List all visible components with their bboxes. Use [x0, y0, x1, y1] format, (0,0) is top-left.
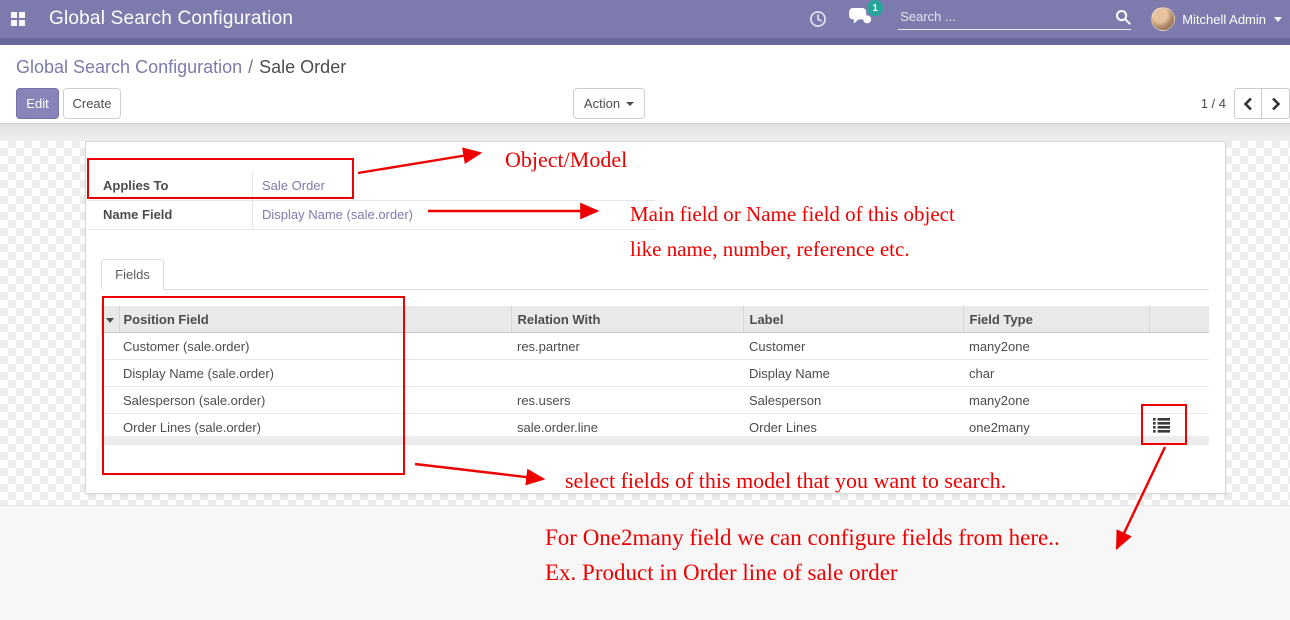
pager-count: 1 / 4 — [1201, 88, 1226, 119]
pager — [1234, 88, 1290, 119]
action-dropdown-button[interactable]: Action — [573, 88, 645, 119]
navbar-search — [898, 8, 1131, 30]
tab-fields[interactable]: Fields — [101, 259, 164, 290]
control-panel: Global Search Configuration / Sale Order E… — [0, 45, 1290, 123]
apps-menu-icon[interactable] — [11, 12, 26, 27]
breadcrumb: Global Search Configuration / Sale Order — [16, 57, 346, 78]
search-icon[interactable] — [1115, 9, 1131, 25]
column-header-relation-with[interactable]: Relation With — [511, 306, 743, 333]
create-button[interactable]: Create — [63, 88, 121, 119]
breadcrumb-current: Sale Order — [259, 57, 346, 77]
breadcrumb-separator: / — [248, 57, 253, 77]
notebook-divider — [101, 289, 1209, 290]
app-title: Global Search Configuration — [49, 8, 293, 30]
annotation-select-fields: select fields of this model that you wan… — [565, 468, 1006, 494]
user-menu[interactable]: Mitchell Admin — [1182, 12, 1266, 27]
edit-button[interactable]: Edit — [16, 88, 59, 119]
name-field-value[interactable]: Display Name (sale.order) — [253, 207, 413, 222]
column-header-label[interactable]: Label — [743, 306, 963, 333]
chevron-down-icon[interactable] — [1274, 17, 1282, 22]
screen: Global Search Configuration 1 — [0, 0, 1290, 620]
field-row-name-field: Name Field Display Name (sale.order) — [87, 200, 655, 230]
activities-clock-icon[interactable] — [809, 10, 827, 28]
column-header-field-type[interactable]: Field Type — [963, 306, 1149, 333]
chevron-down-icon — [626, 102, 634, 106]
navbar-bottom-strip — [0, 38, 1290, 45]
top-navbar: Global Search Configuration 1 — [0, 0, 1290, 38]
pager-next-button[interactable] — [1262, 88, 1290, 119]
chevron-left-icon — [1243, 97, 1253, 111]
annotation-name-field-line2: like name, number, reference etc. — [630, 237, 910, 262]
avatar[interactable] — [1151, 7, 1175, 31]
annotation-one2many-line1: For One2many field we can configure fiel… — [545, 525, 1060, 551]
annotation-box-position-field-column — [102, 296, 405, 475]
annotation-object-model: Object/Model — [505, 147, 627, 173]
annotation-box-list-icon — [1141, 404, 1187, 445]
name-field-label: Name Field — [87, 200, 253, 229]
notification-badge: 1 — [867, 0, 883, 16]
pager-previous-button[interactable] — [1234, 88, 1262, 119]
annotation-one2many-line2: Ex. Product in Order line of sale order — [545, 560, 898, 586]
messages-icon[interactable]: 1 — [849, 7, 872, 31]
panel-shadow — [0, 123, 1290, 141]
chevron-right-icon — [1271, 97, 1281, 111]
search-input[interactable] — [898, 8, 1115, 25]
column-header-actions — [1149, 306, 1209, 333]
annotation-box-applies-to — [87, 158, 354, 199]
annotation-name-field-line1: Main field or Name field of this object — [630, 202, 955, 227]
breadcrumb-parent[interactable]: Global Search Configuration — [16, 57, 242, 77]
